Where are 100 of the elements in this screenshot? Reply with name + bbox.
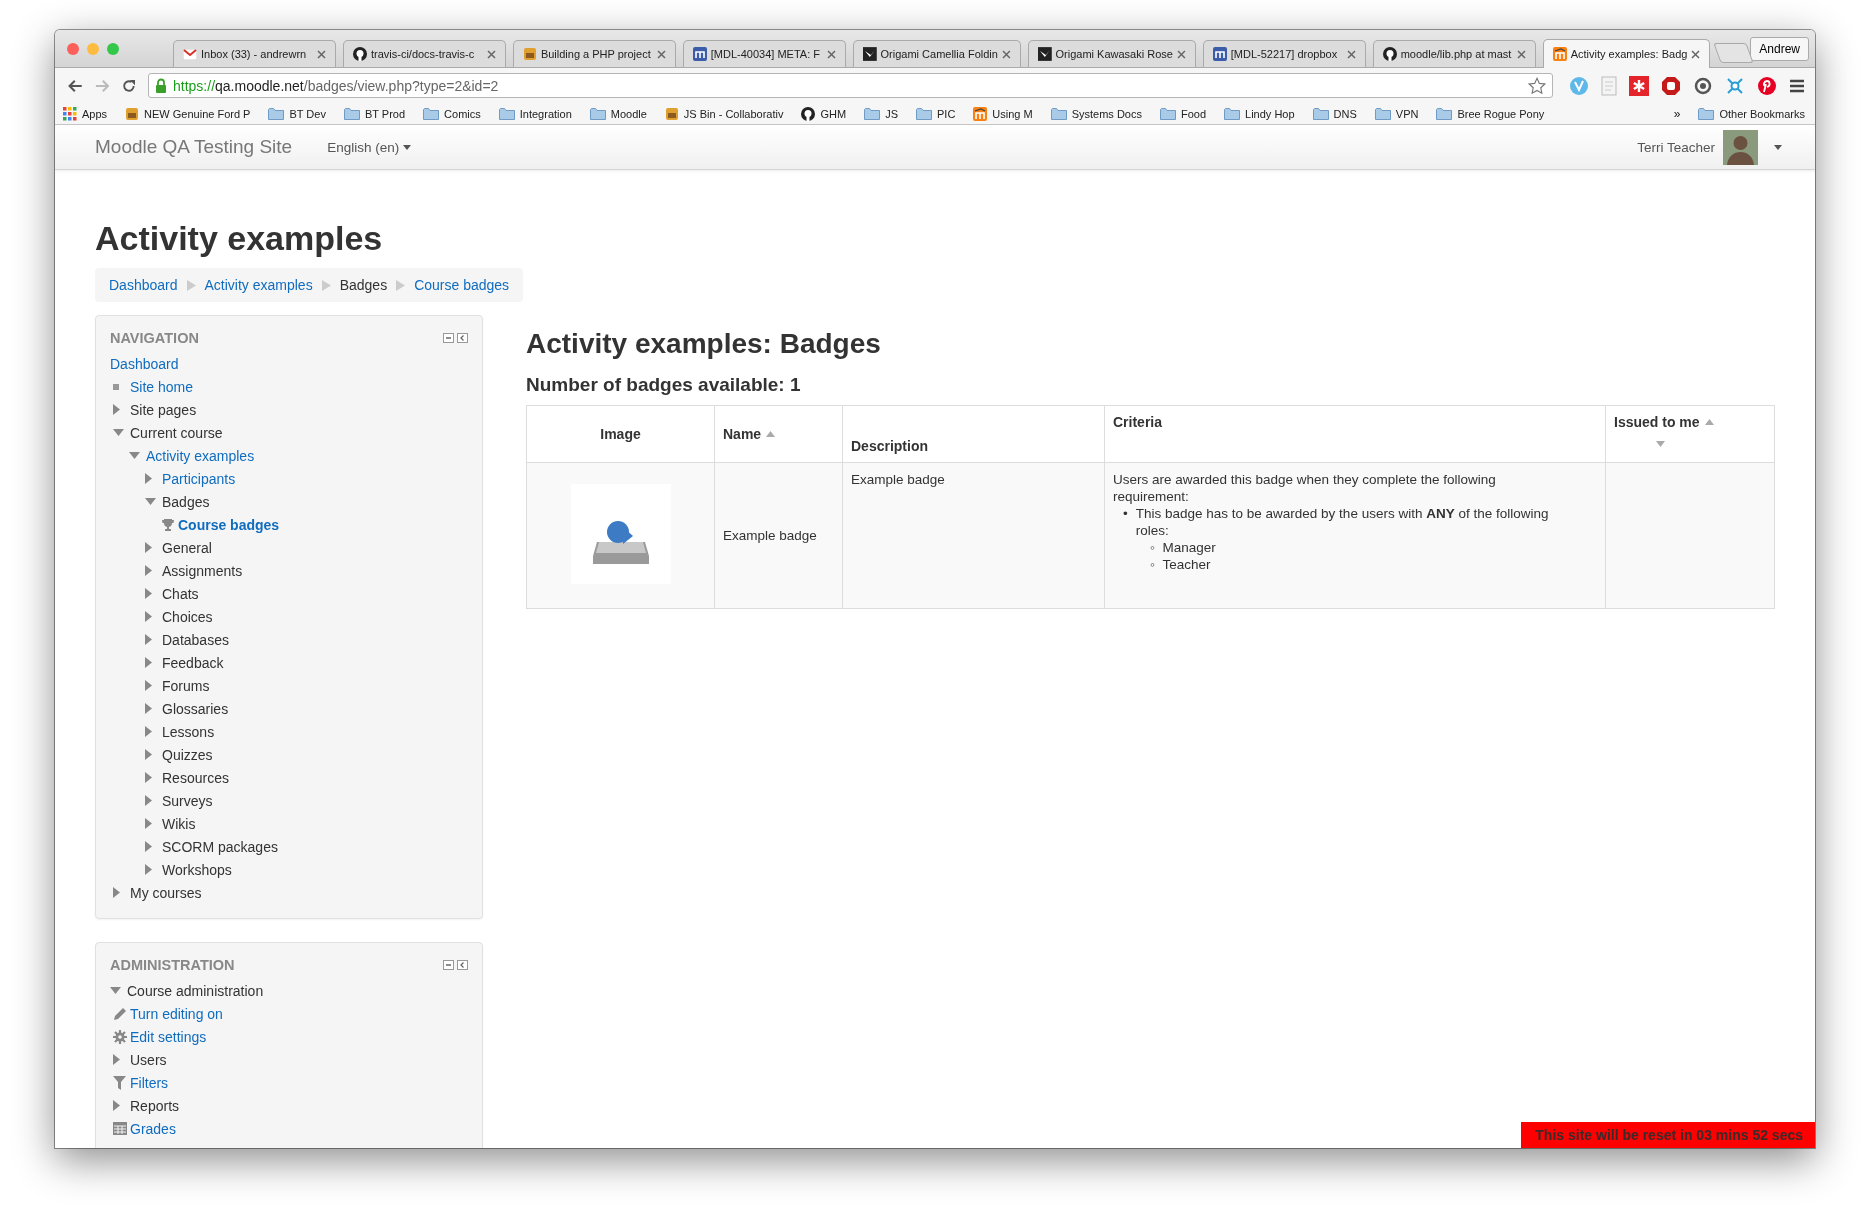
nav-item[interactable]: Current course: [130, 424, 223, 441]
nav-item[interactable]: Users: [130, 1051, 167, 1068]
expand-arrow-icon[interactable]: [145, 473, 152, 484]
nav-link[interactable]: Dashboard: [110, 355, 179, 372]
close-icon[interactable]: [1346, 49, 1356, 59]
browser-tab[interactable]: Origami Camellia Foldin: [852, 40, 1021, 67]
expand-arrow-icon[interactable]: [145, 588, 152, 599]
nav-item[interactable]: Course administration: [127, 982, 264, 999]
close-icon[interactable]: [1001, 49, 1011, 59]
avatar[interactable]: [1723, 129, 1758, 165]
nav-link[interactable]: Turn editing on: [130, 1005, 223, 1022]
browser-tab[interactable]: Building a PHP project: [512, 40, 676, 67]
bookmark[interactable]: BT Dev: [268, 107, 326, 120]
nav-item[interactable]: Choices: [162, 608, 213, 625]
nav-item[interactable]: Chats: [162, 585, 199, 602]
expand-arrow-icon[interactable]: [145, 703, 152, 714]
nav-link[interactable]: Grades: [130, 1120, 176, 1137]
expand-arrow-icon[interactable]: [145, 818, 152, 829]
nav-item[interactable]: Wikis: [162, 815, 196, 832]
language-menu[interactable]: English (en): [327, 139, 412, 155]
bookmark[interactable]: DNS: [1312, 107, 1357, 120]
expand-arrow-icon[interactable]: [145, 611, 152, 622]
close-icon[interactable]: [1516, 49, 1526, 59]
expand-arrow-icon[interactable]: [145, 565, 152, 576]
expand-arrow-icon[interactable]: [145, 542, 152, 553]
reload-icon[interactable]: [122, 77, 136, 94]
nav-item[interactable]: Surveys: [162, 792, 213, 809]
expand-arrow-icon[interactable]: [145, 772, 152, 783]
close-window-button[interactable]: [67, 42, 79, 55]
zoom-window-button[interactable]: [107, 42, 119, 55]
bookmark[interactable]: NEW Genuine Ford P: [125, 106, 251, 121]
close-icon[interactable]: [656, 49, 666, 59]
close-icon[interactable]: [826, 49, 836, 59]
close-icon[interactable]: [1176, 49, 1186, 59]
expand-arrow-icon[interactable]: [145, 749, 152, 760]
column-header[interactable]: Description: [851, 438, 928, 454]
collapse-arrow-icon[interactable]: [110, 987, 121, 994]
menu-icon[interactable]: [1789, 78, 1805, 93]
collapse-block-icon[interactable]: [443, 333, 454, 343]
collapse-arrow-icon[interactable]: [113, 429, 124, 436]
more-bookmarks-button[interactable]: »: [1673, 106, 1681, 121]
nav-link[interactable]: Participants: [162, 470, 236, 487]
forward-icon[interactable]: [94, 77, 111, 94]
expand-arrow-icon[interactable]: [145, 864, 152, 875]
collapse-arrow-icon[interactable]: [145, 498, 156, 505]
browser-tab[interactable]: Inbox (33) - andrewrn: [173, 40, 336, 67]
browser-tab[interactable]: travis-ci/docs-travis-c: [342, 40, 506, 67]
collapse-block-icon[interactable]: [443, 960, 454, 970]
expand-arrow-icon[interactable]: [145, 726, 152, 737]
dock-block-icon[interactable]: [457, 333, 468, 343]
bookmark[interactable]: Other Bookmarks: [1698, 107, 1805, 120]
user-name[interactable]: Terri Teacher: [1637, 139, 1715, 155]
bookmark[interactable]: Lindy Hop: [1224, 107, 1295, 120]
expand-arrow-icon[interactable]: [145, 680, 152, 691]
column-header[interactable]: Issued to me: [1614, 414, 1700, 430]
nav-item[interactable]: General: [162, 539, 212, 556]
browser-tab[interactable]: [MDL-52217] dropbox: [1202, 40, 1366, 67]
nav-item[interactable]: Badges: [162, 493, 210, 510]
browser-tab[interactable]: [MDL-40034] META: F: [682, 40, 846, 67]
nav-item[interactable]: Workshops: [162, 861, 232, 878]
expand-arrow-icon[interactable]: [113, 1054, 120, 1065]
nav-item[interactable]: SCORM packages: [162, 838, 278, 855]
nav-link[interactable]: Activity examples: [146, 447, 255, 464]
bookmark[interactable]: JS Bin - Collaborativ: [664, 106, 784, 121]
nav-item[interactable]: Databases: [162, 631, 229, 648]
expand-arrow-icon[interactable]: [113, 1100, 120, 1111]
expand-arrow-icon[interactable]: [145, 657, 152, 668]
bookmark[interactable]: VPN: [1374, 107, 1419, 120]
dock-block-icon[interactable]: [457, 960, 468, 970]
close-icon[interactable]: [316, 49, 326, 59]
new-tab-button[interactable]: [1713, 43, 1754, 63]
profile-button[interactable]: Andrew: [1750, 36, 1809, 61]
nav-item[interactable]: Site pages: [130, 401, 197, 418]
v-icon[interactable]: [1569, 75, 1589, 96]
nav-item[interactable]: Resources: [162, 769, 229, 786]
nav-item[interactable]: Feedback: [162, 654, 224, 671]
browser-tab[interactable]: moodle/lib.php at mast: [1372, 40, 1536, 67]
expand-arrow-icon[interactable]: [145, 795, 152, 806]
sort-down-icon[interactable]: [1655, 441, 1665, 447]
column-header[interactable]: Criteria: [1113, 414, 1163, 430]
bookmark[interactable]: PIC: [916, 107, 956, 120]
browser-tab[interactable]: Activity examples: Badg: [1542, 39, 1711, 68]
nav-item[interactable]: Assignments: [162, 562, 243, 579]
nav-link[interactable]: Edit settings: [130, 1028, 207, 1045]
browser-tab[interactable]: Origami Kawasaki Rose: [1027, 40, 1196, 67]
expand-arrow-icon[interactable]: [145, 841, 152, 852]
nav-link[interactable]: Filters: [130, 1074, 169, 1091]
expand-arrow-icon[interactable]: [113, 887, 120, 898]
expand-arrow-icon[interactable]: [113, 404, 120, 415]
sort-up-icon[interactable]: [1704, 419, 1714, 425]
nav-item[interactable]: My courses: [130, 884, 202, 901]
close-icon[interactable]: [1691, 49, 1701, 59]
breadcrumb-link[interactable]: Dashboard: [109, 277, 178, 293]
breadcrumb-link[interactable]: Course badges: [414, 277, 510, 293]
bookmark[interactable]: JS: [864, 107, 898, 120]
nav-link[interactable]: Course badges: [178, 516, 280, 533]
column-header[interactable]: Image: [600, 426, 641, 442]
breadcrumb-link[interactable]: Activity examples: [204, 277, 313, 293]
nav-item[interactable]: Quizzes: [162, 746, 213, 763]
bookmark[interactable]: BT Prod: [343, 107, 406, 120]
